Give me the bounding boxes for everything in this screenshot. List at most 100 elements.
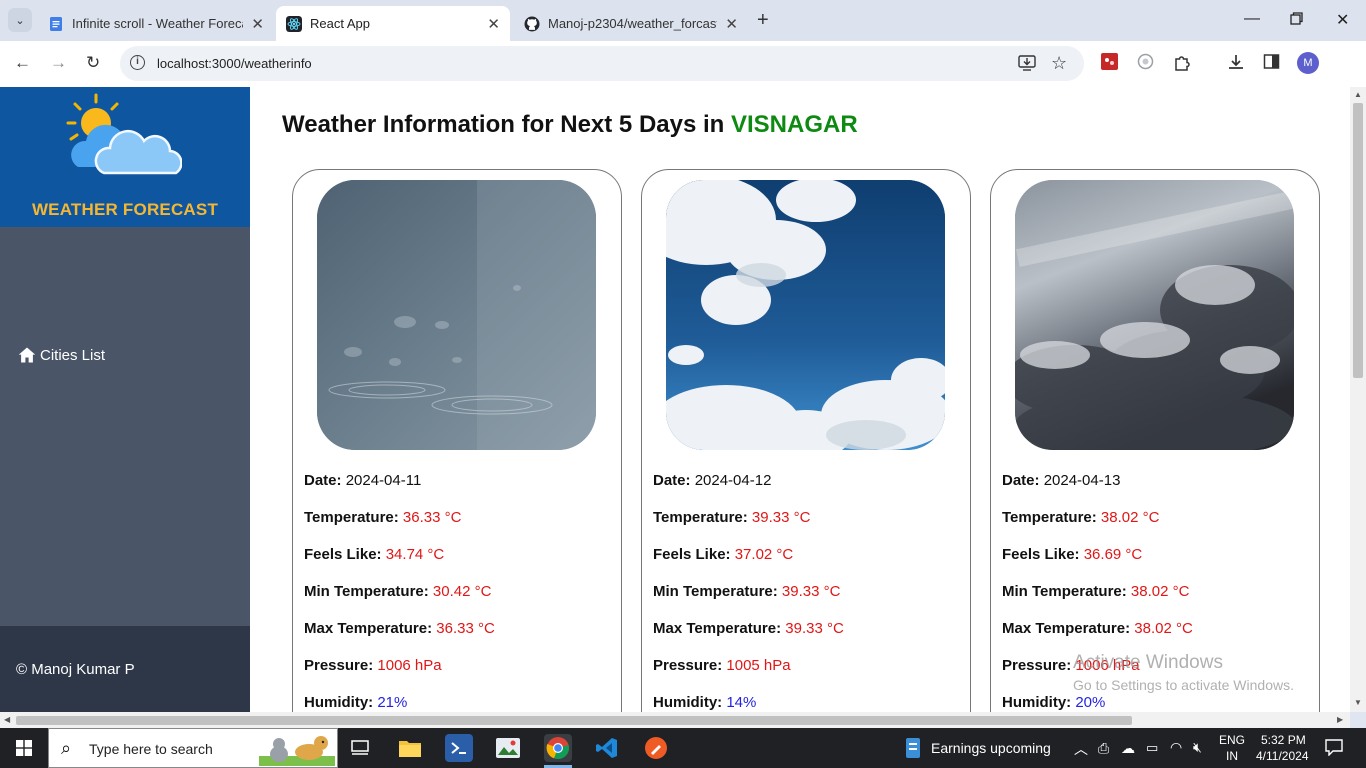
chrome-icon[interactable] [544,734,572,762]
task-view-icon[interactable] [346,734,374,762]
photos-app-icon[interactable] [494,734,522,762]
url-text[interactable]: localhost:3000/weatherinfo [157,56,312,71]
humidity-label: Humidity: [1002,694,1072,711]
install-app-icon[interactable] [1018,55,1036,76]
profile-avatar[interactable]: M [1297,52,1319,74]
reload-icon[interactable]: ↻ [86,53,100,73]
city-name: VISNAGAR [730,111,858,138]
extension-red-icon[interactable] [1101,53,1118,75]
tab-github[interactable]: Manoj-p2304/weather_forcast ✕ [514,6,748,41]
date-label: Date: [304,472,342,489]
close-icon[interactable]: ✕ [487,15,500,33]
min-temperature-field: Min Temperature: 39.33 °C [653,583,840,600]
language-indicator[interactable]: ENG [1219,733,1245,747]
scroll-left-icon[interactable]: ◀ [4,715,10,724]
feels-like-value: 34.74 °C [385,546,445,563]
notification-icon[interactable] [1325,738,1343,759]
forward-icon[interactable]: → [50,53,67,73]
pressure-value: 1006 hPa [377,657,442,674]
browser-toolbar: ← → ↻ i localhost:3000/weatherinfo ☆ [0,41,1366,87]
site-info-icon[interactable]: i [130,55,145,70]
min-temperature-value: 38.02 °C [1130,583,1190,600]
tab-infinite-scroll[interactable]: Infinite scroll - Weather Forecast ✕ [38,6,274,41]
pressure-label: Pressure: [653,657,723,674]
address-bar[interactable]: i localhost:3000/weatherinfo ☆ [120,46,1084,81]
clock-date[interactable]: 4/11/2024 [1256,749,1309,763]
browser-tab-strip: ⌄ Infinite scroll - Weather Forecast ✕ R… [0,0,1366,41]
taskbar-search-input[interactable]: ⌕ Type here to search [48,728,338,768]
date-value: 2024-04-11 [345,472,422,489]
close-window-icon[interactable]: ✕ [1336,10,1349,30]
max-temperature-label: Max Temperature: [304,620,433,637]
scattered-clouds-image [666,180,945,450]
vscode-icon[interactable] [593,734,621,762]
bookmark-star-icon[interactable]: ☆ [1051,53,1067,74]
extension-grey-icon[interactable] [1137,53,1154,75]
search-icon: ⌕ [61,738,72,758]
battery-icon[interactable]: ▭ [1146,740,1158,756]
sidebar-item-cities-list[interactable]: Cities List [18,346,105,364]
cloud-sync-icon[interactable]: ☁ [1121,740,1135,757]
network-device-icon[interactable]: ⎙ [1098,740,1109,757]
github-icon [524,16,540,31]
forecast-card: Date: 2024-04-12 Temperature: 39.33 °C F… [641,169,971,712]
taskbar: ⌕ Type here to search Earnings upcoming … [0,728,1366,768]
date-value: 2024-04-12 [694,472,772,489]
humidity-field: Humidity: 21% [304,694,407,711]
humidity-value: 20% [1075,694,1106,711]
windows-start-icon[interactable] [16,740,32,756]
horizontal-scroll-thumb[interactable] [16,716,1132,725]
vertical-scrollbar[interactable]: ▲ ▼ [1350,87,1366,712]
powershell-icon[interactable] [445,734,473,762]
date-field: Date: 2024-04-12 [653,472,771,489]
min-temperature-value: 39.33 °C [781,583,841,600]
side-panel-icon[interactable] [1263,53,1280,75]
show-hidden-icons[interactable]: ︿ [1074,739,1088,759]
extensions-puzzle-icon[interactable] [1173,53,1191,76]
new-tab-button[interactable]: + [757,9,769,32]
tab-react-app[interactable]: React App ✕ [276,6,510,41]
back-icon[interactable]: ← [14,53,31,73]
scroll-down-icon[interactable]: ▼ [1354,698,1362,707]
wifi-icon[interactable]: ◠ [1170,739,1182,756]
brand-header: WEATHER FORECAST [0,87,250,227]
search-placeholder: Type here to search [89,741,213,757]
news-widget-text[interactable]: Earnings upcoming [931,740,1051,756]
feels-like-field: Feels Like: 36.69 °C [1002,546,1142,563]
news-weather-icon[interactable] [899,734,927,762]
scroll-right-icon[interactable]: ▶ [1337,715,1343,724]
date-value: 2024-04-13 [1043,472,1121,489]
region-indicator[interactable]: IN [1226,749,1238,763]
temperature-field: Temperature: 38.02 °C [1002,509,1159,526]
file-explorer-icon[interactable] [396,734,424,762]
close-icon[interactable]: ✕ [725,15,738,33]
tab-search-button[interactable]: ⌄ [8,8,32,32]
pressure-label: Pressure: [304,657,374,674]
download-icon[interactable] [1227,53,1245,76]
vertical-scroll-thumb[interactable] [1353,103,1363,378]
close-icon[interactable]: ✕ [251,15,264,33]
date-label: Date: [653,472,691,489]
minimize-icon[interactable]: — [1244,10,1260,28]
humidity-value: 21% [377,694,408,711]
scroll-up-icon[interactable]: ▲ [1354,90,1362,99]
feels-like-value: 36.69 °C [1083,546,1143,563]
postman-icon[interactable] [642,734,670,762]
main-content: Weather Information for Next 5 Days in V… [250,87,1350,712]
page-title-prefix: Weather Information for Next 5 Days in [282,111,731,138]
max-temperature-field: Max Temperature: 39.33 °C [653,620,844,637]
restore-icon[interactable] [1290,12,1303,30]
max-temperature-label: Max Temperature: [653,620,782,637]
humidity-field: Humidity: 14% [653,694,756,711]
feels-like-field: Feels Like: 37.02 °C [653,546,793,563]
pressure-field: Pressure: 1005 hPa [653,657,791,674]
clock-time[interactable]: 5:32 PM [1261,733,1306,747]
tab-title: Manoj-p2304/weather_forcast [548,16,718,31]
page-title: Weather Information for Next 5 Days in V… [282,111,858,139]
horizontal-scrollbar[interactable]: ◀ ▶ [0,712,1350,728]
min-temperature-label: Min Temperature: [1002,583,1127,600]
humidity-label: Humidity: [304,694,374,711]
volume-muted-icon[interactable]: 🔇︎ [1193,739,1202,756]
sidebar-item-label: Cities List [40,346,106,364]
max-temperature-value: 38.02 °C [1134,620,1193,637]
